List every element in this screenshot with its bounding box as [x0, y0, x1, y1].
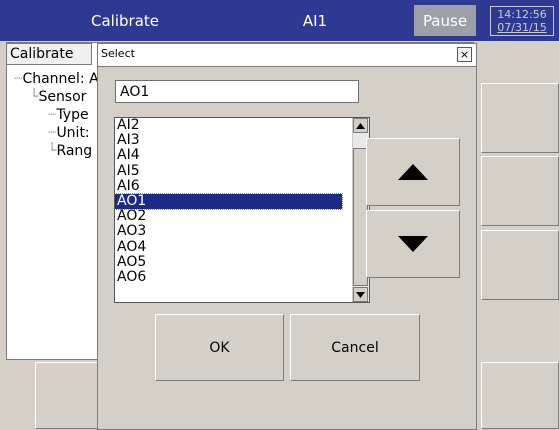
move-down-button[interactable]	[366, 210, 460, 278]
up-arrow-icon	[398, 164, 428, 180]
dialog-title: Select	[101, 47, 135, 60]
clock-time: 14:12:56	[497, 8, 547, 21]
list-item[interactable]: AI3	[115, 133, 342, 148]
pause-button[interactable]: Pause	[414, 5, 476, 36]
ok-button[interactable]: OK	[155, 314, 284, 381]
side-button-3[interactable]	[481, 230, 559, 300]
select-dialog: Select × AO1 AI2 AI3 AI4 AI5 AI6 AO1 AO2 AO3 AO4…	[97, 43, 477, 430]
tree-node-unit[interactable]: ┈Unit:	[48, 124, 90, 142]
list-item[interactable]: AO4	[115, 239, 342, 255]
list-items: AI2 AI3 AI4 AI5 AI6 AO1 AO2 AO3 AO4 AO5 AO6	[115, 118, 369, 285]
scroll-down-icon[interactable]	[353, 287, 368, 302]
tree-node-sensor[interactable]: └Sensor	[30, 88, 86, 106]
list-item[interactable]: AI5	[115, 163, 342, 179]
tree-node-range[interactable]: └Rang	[48, 142, 92, 160]
tree-sensor-label: Sensor	[38, 89, 87, 105]
close-icon[interactable]: ×	[457, 47, 472, 62]
tree-range-label: Rang	[56, 143, 93, 159]
list-item[interactable]: AO6	[115, 269, 342, 285]
down-arrow-icon	[398, 236, 428, 252]
list-item[interactable]: AO2	[115, 209, 342, 224]
tab-calibrate[interactable]: Calibrate	[6, 43, 92, 65]
list-item[interactable]: AO5	[115, 254, 342, 270]
list-item[interactable]: AO1	[115, 192, 343, 211]
tree-channel-label: Channel: A	[22, 71, 99, 87]
side-button-2[interactable]	[481, 156, 559, 226]
selection-input[interactable]: AO1	[115, 80, 359, 103]
tree-node-channel[interactable]: ┈Channel: A	[14, 70, 99, 88]
header-channel: AI1	[302, 11, 328, 30]
cancel-button[interactable]: Cancel	[290, 314, 420, 381]
move-up-button[interactable]	[366, 138, 460, 206]
header-title: Calibrate	[91, 11, 159, 30]
list-item[interactable]: AO3	[115, 224, 342, 239]
dialog-title-bar: Select ×	[98, 44, 476, 67]
tree-unit-label: Unit:	[56, 125, 90, 141]
tree-type-label: Type	[56, 107, 89, 123]
list-item[interactable]: AI6	[115, 178, 342, 194]
clock-date: 07/31/15	[497, 21, 547, 34]
list-item[interactable]: AI4	[115, 148, 342, 163]
side-button-4[interactable]	[481, 362, 559, 429]
clock-display: 14:12:56 07/31/15	[490, 6, 554, 36]
tree-node-type[interactable]: ┈Type	[48, 106, 89, 124]
channel-listbox[interactable]: AI2 AI3 AI4 AI5 AI6 AO1 AO2 AO3 AO4 AO5 AO6	[114, 117, 370, 303]
list-item[interactable]: AI2	[115, 118, 342, 133]
scroll-up-icon[interactable]	[353, 118, 368, 133]
header-bar: Calibrate AI1 Pause 14:12:56 07/31/15	[0, 0, 559, 41]
side-button-1[interactable]	[481, 83, 559, 153]
